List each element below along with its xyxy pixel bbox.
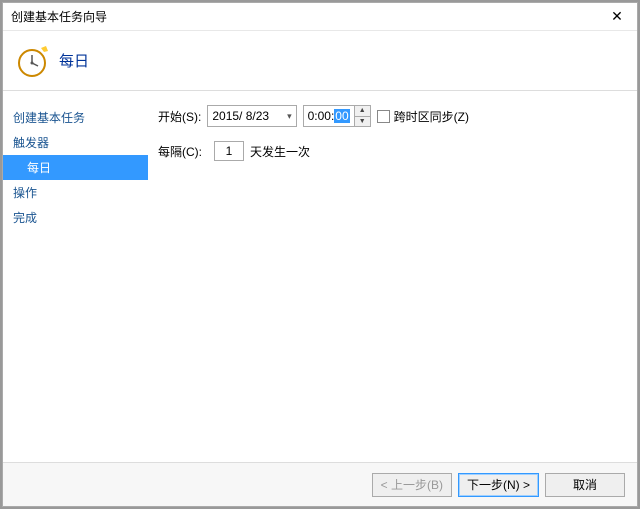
start-row: 开始(S): 2015/ 8/23 ▾ 0:00:00 ▲ ▼ 跨时区同步(Z) xyxy=(158,105,627,127)
wizard-dialog: 创建基本任务向导 ✕ 每日 创建基本任务 触发器 每日 操作 完成 开始 xyxy=(2,2,638,507)
time-picker[interactable]: 0:00:00 ▲ ▼ xyxy=(303,105,371,127)
wizard-body: 创建基本任务 触发器 每日 操作 完成 开始(S): 2015/ 8/23 ▾ … xyxy=(3,91,637,462)
chevron-down-icon: ▾ xyxy=(287,111,292,122)
recur-suffix: 天发生一次 xyxy=(250,143,310,160)
spinner-down-button[interactable]: ▼ xyxy=(355,116,370,127)
start-label: 开始(S): xyxy=(158,108,201,125)
timezone-sync-label: 跨时区同步(Z) xyxy=(394,108,469,125)
time-spinner: ▲ ▼ xyxy=(354,106,370,126)
recur-label: 每隔(C): xyxy=(158,143,202,160)
date-picker[interactable]: 2015/ 8/23 ▾ xyxy=(207,105,296,127)
sidebar-item-finish[interactable]: 完成 xyxy=(3,205,148,230)
close-icon: ✕ xyxy=(611,8,623,25)
clock-wizard-icon xyxy=(15,44,49,78)
sidebar-item-create-task[interactable]: 创建基本任务 xyxy=(3,105,148,130)
time-selected-seconds: 00 xyxy=(334,109,349,123)
sidebar-item-action[interactable]: 操作 xyxy=(3,180,148,205)
wizard-header: 每日 xyxy=(3,31,637,91)
sidebar-item-daily[interactable]: 每日 xyxy=(3,155,148,180)
spinner-up-button[interactable]: ▲ xyxy=(355,106,370,116)
wizard-content: 开始(S): 2015/ 8/23 ▾ 0:00:00 ▲ ▼ 跨时区同步(Z)… xyxy=(148,91,637,462)
wizard-footer: < 上一步(B) 下一步(N) > 取消 xyxy=(3,462,637,506)
next-button[interactable]: 下一步(N) > xyxy=(458,473,539,497)
sidebar-item-trigger[interactable]: 触发器 xyxy=(3,130,148,155)
time-value: 0:00:00 xyxy=(304,109,354,123)
titlebar: 创建基本任务向导 ✕ xyxy=(3,3,637,31)
wizard-sidebar: 创建基本任务 触发器 每日 操作 完成 xyxy=(3,91,148,462)
cancel-button[interactable]: 取消 xyxy=(545,473,625,497)
close-button[interactable]: ✕ xyxy=(597,3,637,31)
date-value: 2015/ 8/23 xyxy=(212,109,269,123)
window-title: 创建基本任务向导 xyxy=(11,8,597,25)
recur-interval-input[interactable] xyxy=(214,141,244,161)
recur-row: 每隔(C): 天发生一次 xyxy=(158,141,627,161)
back-button: < 上一步(B) xyxy=(372,473,452,497)
page-title: 每日 xyxy=(59,50,89,71)
timezone-sync-checkbox[interactable] xyxy=(377,110,390,123)
